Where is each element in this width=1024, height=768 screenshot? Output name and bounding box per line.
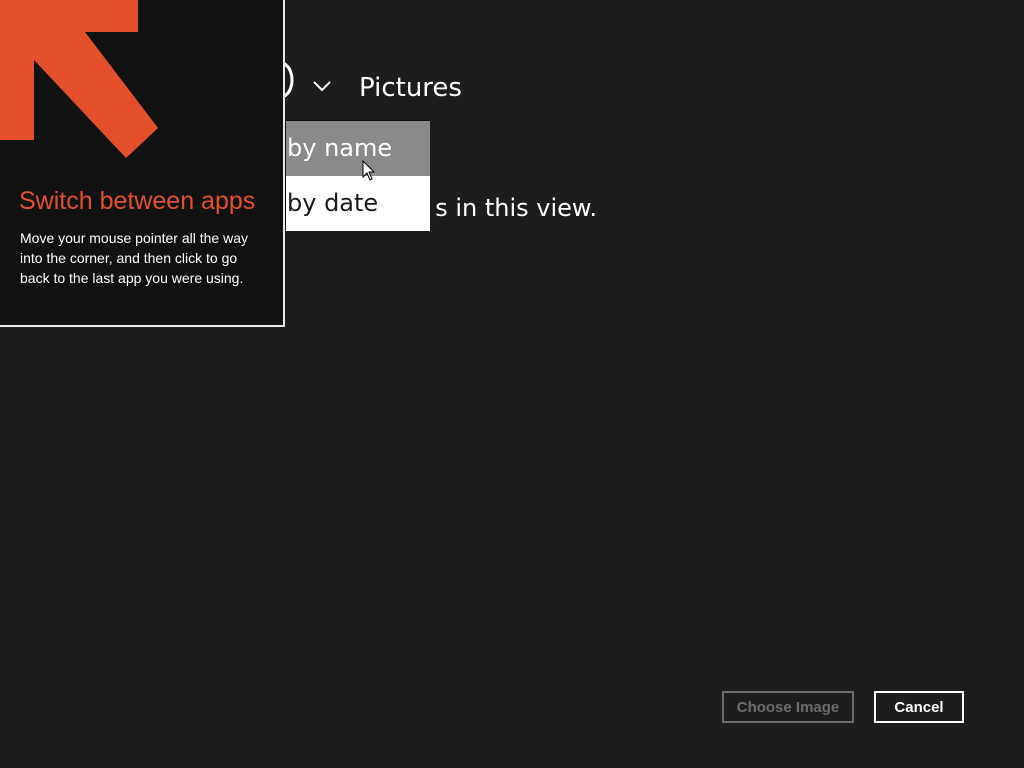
switch-apps-tip: Switch between apps Move your mouse poin… [0, 0, 285, 327]
file-picker-page: Pictures s in this view. by name by date… [0, 0, 1024, 768]
arrow-up-left-icon [0, 0, 158, 158]
sort-by-name-item[interactable]: by name [286, 121, 430, 176]
tip-title: Switch between apps [19, 187, 256, 215]
mouse-cursor-icon [362, 160, 376, 181]
location-title[interactable]: Pictures [359, 73, 462, 103]
choose-image-button[interactable]: Choose Image [722, 691, 854, 723]
cancel-button[interactable]: Cancel [874, 691, 964, 723]
sort-by-date-item[interactable]: by date [286, 176, 430, 231]
sort-menu: by name by date [285, 120, 430, 231]
chevron-down-icon[interactable] [310, 74, 334, 98]
tip-body: Move your mouse pointer all the way into… [20, 230, 248, 286]
